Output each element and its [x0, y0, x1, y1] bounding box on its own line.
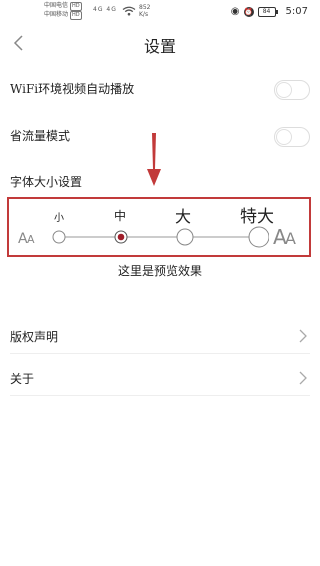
wifi-autoplay-toggle[interactable]: [274, 80, 310, 100]
carrier-1: 中国电信 HD: [44, 2, 82, 11]
battery-icon: 84: [257, 6, 278, 17]
network-indicator: 4G 4G: [93, 6, 117, 13]
network-speed-unit: K/s: [139, 11, 149, 18]
chevron-right-icon[interactable]: [298, 328, 308, 344]
battery-level: 84: [262, 7, 271, 15]
network-speed-value: 852: [139, 4, 151, 11]
svg-text:A: A: [285, 229, 296, 248]
font-size-selector: A A A A 小 中 大 特大: [7, 197, 311, 257]
font-option-small-radio[interactable]: [52, 230, 66, 244]
copyright-item-label[interactable]: 版权声明: [10, 328, 310, 345]
font-size-slider[interactable]: [49, 225, 269, 249]
divider: [10, 395, 310, 396]
wifi-icon: [122, 6, 136, 16]
eye-icon: ◉: [230, 6, 240, 17]
chevron-right-icon[interactable]: [298, 370, 308, 386]
selected-dot: [117, 233, 125, 241]
page-title: 设置: [143, 37, 176, 56]
font-large-aa-icon: A A: [273, 225, 296, 248]
font-option-large-radio[interactable]: [176, 228, 194, 246]
svg-text:A: A: [27, 233, 35, 246]
font-preview-text: 这里是预览效果: [117, 264, 202, 278]
navigation-bar: 设置: [0, 28, 320, 62]
font-option-medium-label: 中: [114, 209, 127, 223]
font-small-aa-icon: A A: [18, 231, 35, 246]
status-bar: 中国电信 HD 中国移动 HD 4G 4G 852 K/s ◉ ⏰ 84 5:07: [0, 0, 320, 26]
annotation-arrow: [147, 133, 161, 186]
font-option-xlarge-radio[interactable]: [248, 226, 269, 248]
carrier-1-name: 中国电信: [44, 2, 69, 9]
about-item-label[interactable]: 关于: [10, 370, 310, 387]
status-right: ◉ ⏰ 84 5:07: [231, 6, 308, 17]
alarm-icon: ⏰: [243, 6, 254, 17]
carrier-2-hd-badge: HD: [70, 11, 82, 20]
data-saver-toggle[interactable]: [274, 127, 310, 147]
wifi-autoplay-label: WiFi环境视频自动播放: [10, 82, 135, 96]
clock: 5:07: [285, 6, 308, 17]
font-option-xlarge-label: 特大: [240, 207, 274, 227]
network-speed: 852 K/s: [139, 4, 150, 18]
toggle-knob: [276, 129, 292, 145]
carrier-1-hd-badge: HD: [70, 2, 82, 11]
carrier-2: 中国移动 HD: [44, 11, 82, 20]
carrier-2-name: 中国移动: [44, 11, 69, 18]
font-option-large-label: 大: [175, 207, 192, 226]
divider: [10, 353, 310, 354]
toggle-knob: [276, 82, 292, 98]
font-option-small-label: 小: [54, 213, 64, 224]
